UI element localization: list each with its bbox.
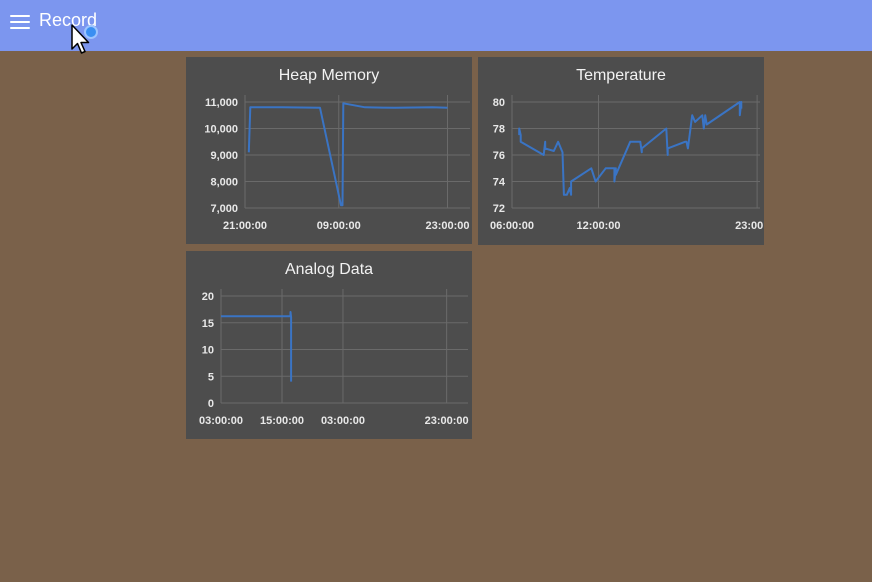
series-line [247, 102, 448, 207]
y-tick-label: 72 [493, 203, 505, 215]
y-tick-label: 11,000 [205, 97, 238, 109]
y-tick-label: 8,000 [210, 177, 238, 189]
y-tick-label: 7,000 [210, 203, 238, 215]
heap-memory-card: Heap Memory 7,000 8,000 9,000 10,000 11,000 2… [186, 57, 472, 244]
x-tick-label: 23:00:00 [735, 220, 764, 232]
y-tick-label: 10 [202, 345, 214, 357]
top-app-bar: Record [0, 0, 872, 54]
y-tick-label: 80 [493, 97, 505, 109]
y-tick-label: 74 [493, 177, 506, 189]
series-line [518, 101, 743, 196]
y-tick-label: 78 [493, 124, 505, 136]
x-tick-label: 03:00:00 [321, 415, 365, 427]
x-tick-label: 21:00:00 [223, 220, 267, 232]
mouse-cursor-icon [71, 24, 90, 54]
x-tick-label: 03:00:00 [199, 415, 243, 427]
y-tick-label: 0 [208, 398, 214, 410]
analog-data-card: Analog Data 0 5 10 15 20 03:00:00 15:00:00 03:0… [186, 251, 472, 439]
y-tick-label: 10,000 [204, 124, 238, 136]
temperature-card: Temperature 72 74 76 78 80 06:00:00 12:00:00 23… [478, 57, 764, 245]
x-tick-label: 23:00:00 [425, 415, 469, 427]
x-tick-label: 15:00:00 [260, 415, 304, 427]
x-tick-label: 06:00:00 [490, 220, 534, 232]
heap-memory-chart: 7,000 8,000 9,000 10,000 11,000 21:00:00 09:00… [204, 95, 470, 232]
x-tick-label: 23:00:00 [425, 220, 469, 232]
y-tick-label: 20 [202, 291, 214, 303]
y-tick-label: 5 [208, 371, 214, 383]
y-tick-label: 15 [202, 318, 214, 330]
analog-data-chart: 0 5 10 15 20 03:00:00 15:00:00 03:00:00 23:00:00 [199, 289, 469, 427]
y-tick-label: 76 [493, 150, 505, 162]
temperature-chart: 72 74 76 78 80 06:00:00 12:00:00 23:00:00 [490, 95, 764, 232]
hamburger-menu-icon[interactable] [10, 13, 30, 31]
y-tick-label: 9,000 [210, 150, 238, 162]
x-tick-label: 09:00:00 [317, 220, 361, 232]
x-tick-label: 12:00:00 [576, 220, 620, 232]
